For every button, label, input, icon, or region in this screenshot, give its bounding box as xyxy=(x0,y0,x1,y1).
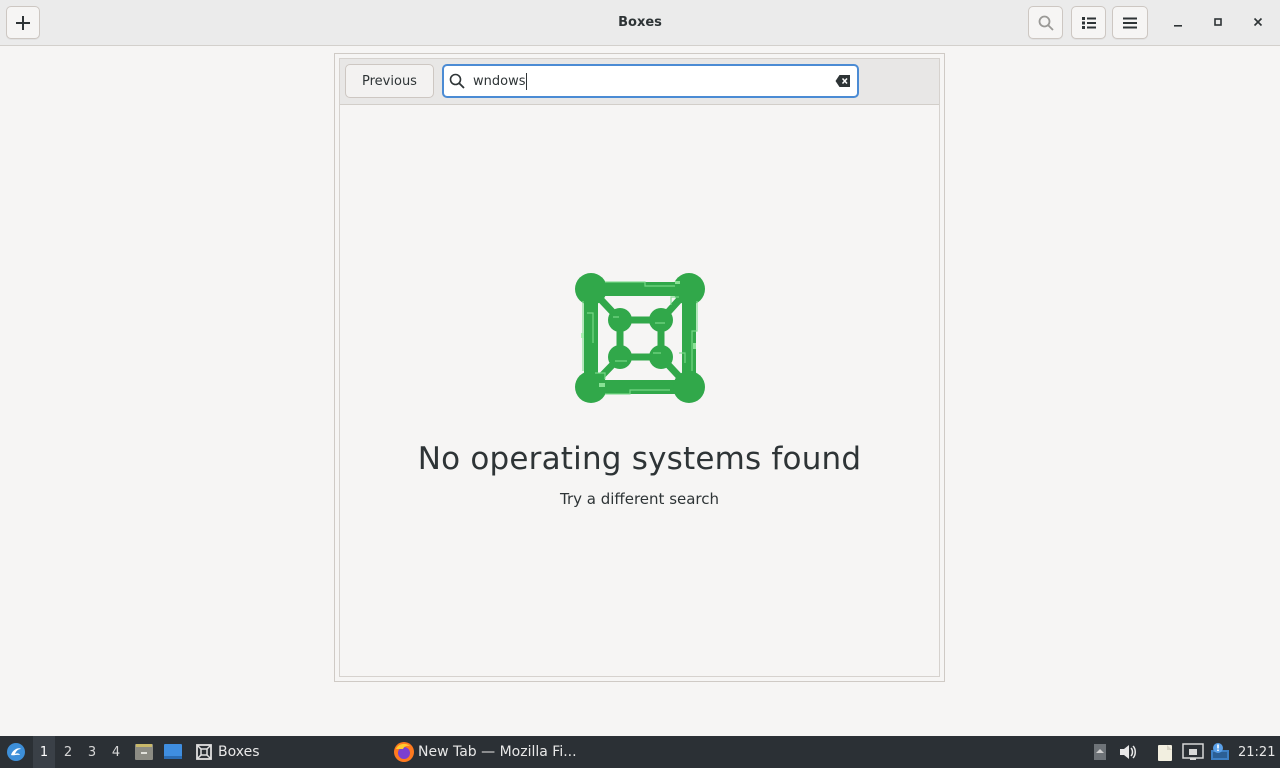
plus-icon xyxy=(16,15,30,30)
clock[interactable]: 21:21 xyxy=(1238,736,1275,768)
boxes-icon xyxy=(196,744,212,760)
search-toggle-button[interactable] xyxy=(1028,6,1063,39)
workspace-2[interactable]: 2 xyxy=(57,736,79,768)
task-firefox-label: New Tab — Mozilla Fi... xyxy=(418,744,577,760)
workspace-3[interactable]: 3 xyxy=(81,736,103,768)
maximize-icon xyxy=(1214,18,1222,26)
list-view-icon xyxy=(1081,16,1096,29)
empty-state: No operating systems found Try a differe… xyxy=(340,105,939,676)
header-bar: Boxes xyxy=(0,0,1280,46)
view-mode-button[interactable] xyxy=(1071,6,1106,39)
close-icon xyxy=(1253,17,1263,27)
os-selection-dialog: Previous wndows No operating systems fou… xyxy=(334,53,945,682)
os-search-input[interactable]: wndows xyxy=(442,64,859,98)
empty-state-subtitle: Try a different search xyxy=(559,490,720,508)
main-menu-button[interactable] xyxy=(1112,6,1148,39)
taskbar: 1 2 3 4 Boxes New Tab — Mozilla Fi... 21… xyxy=(0,736,1280,768)
minimize-button[interactable] xyxy=(1166,10,1190,34)
previous-button[interactable]: Previous xyxy=(345,64,434,98)
maximize-button[interactable] xyxy=(1206,10,1230,34)
task-boxes[interactable]: Boxes xyxy=(194,736,260,768)
search-icon xyxy=(449,73,465,89)
workspace-4[interactable]: 4 xyxy=(105,736,127,768)
volume-button[interactable] xyxy=(1117,736,1139,768)
file-manager-launcher[interactable] xyxy=(133,736,155,768)
minimize-icon xyxy=(1174,25,1182,27)
task-boxes-label: Boxes xyxy=(218,744,260,760)
clipboard-button[interactable] xyxy=(1154,736,1176,768)
search-field-value-wrap: wndows xyxy=(473,66,528,96)
update-notification-icon xyxy=(1211,743,1229,760)
task-firefox[interactable]: New Tab — Mozilla Fi... xyxy=(393,736,577,768)
boxes-logo-icon xyxy=(575,273,705,403)
tray-expand-button[interactable] xyxy=(1091,736,1109,768)
start-menu-button[interactable] xyxy=(4,736,28,768)
firefox-icon xyxy=(394,742,414,762)
close-button[interactable] xyxy=(1246,10,1270,34)
clear-search-icon[interactable] xyxy=(835,74,851,88)
empty-state-title: No operating systems found xyxy=(417,441,862,477)
tray-up-icon xyxy=(1094,744,1106,760)
dialog-content: Previous wndows No operating systems fou… xyxy=(339,58,940,677)
speaker-icon xyxy=(1120,745,1136,759)
network-wired-icon xyxy=(1182,743,1204,760)
clipboard-icon xyxy=(1158,745,1172,761)
desktop-icon xyxy=(164,744,182,759)
dialog-toolbar: Previous wndows xyxy=(340,59,939,105)
text-caret xyxy=(526,72,528,90)
file-cabinet-icon xyxy=(135,744,153,760)
search-field-value: wndows xyxy=(473,73,526,89)
workspace-1[interactable]: 1 xyxy=(33,736,55,768)
update-notifier-button[interactable] xyxy=(1208,736,1232,768)
network-button[interactable] xyxy=(1181,736,1205,768)
hamburger-menu-icon xyxy=(1123,17,1137,28)
show-desktop-launcher[interactable] xyxy=(161,736,185,768)
distro-logo-icon xyxy=(7,743,25,761)
search-icon xyxy=(1038,15,1054,31)
new-box-button[interactable] xyxy=(6,6,40,39)
